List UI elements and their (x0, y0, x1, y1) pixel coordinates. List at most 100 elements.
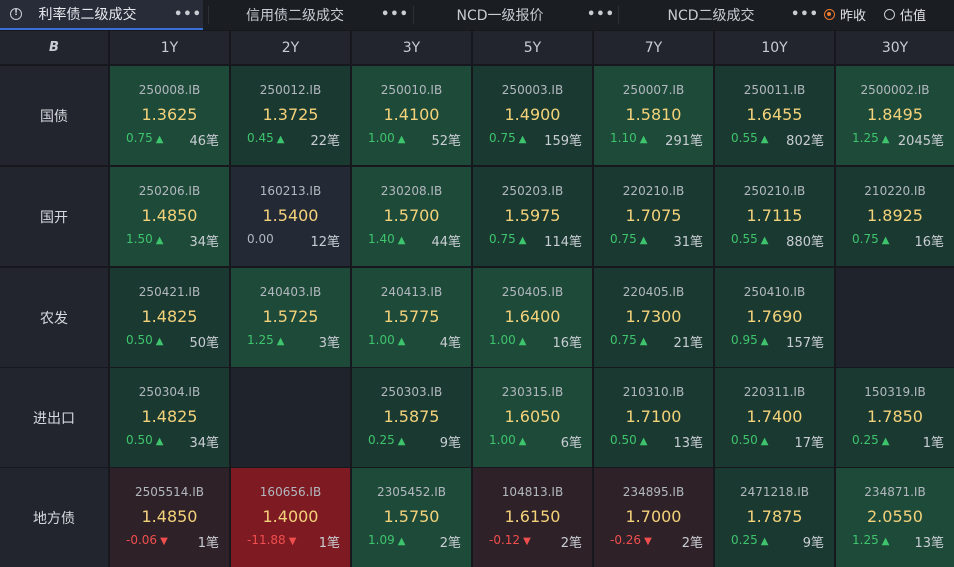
bond-cell[interactable]: 160213.IB 1.5400 0.00 12笔 (231, 167, 350, 266)
column-header[interactable]: 10Y (715, 31, 834, 64)
bond-cell[interactable]: 250007.IB 1.5810 1.10 ▲ 291笔 (594, 66, 713, 165)
trade-count: 1笔 (922, 436, 944, 451)
radio-prev-close-dot[interactable] (824, 9, 835, 20)
column-header[interactable]: 7Y (594, 31, 713, 64)
bond-cell[interactable]: 250003.IB 1.4900 0.75 ▲ 159笔 (473, 66, 592, 165)
info-icon[interactable]: ! (10, 8, 22, 20)
bond-cell[interactable]: 234895.IB 1.7000 -0.26 ▼ 2笔 (594, 468, 713, 567)
radio-prev-close-label: 昨收 (840, 9, 867, 24)
bond-cell[interactable]: 104813.IB 1.6150 -0.12 ▼ 2笔 (473, 468, 592, 567)
bp-change-value: 0.50 (731, 433, 758, 447)
more-options-icon[interactable]: ••• (174, 8, 201, 22)
bond-cell[interactable]: 250405.IB 1.6400 1.00 ▲ 16笔 (473, 268, 592, 367)
trade-count: 291笔 (665, 134, 703, 149)
more-options-icon[interactable]: ••• (587, 8, 614, 22)
tab-ncd-primary-quote[interactable]: NCD一级报价 ••• (414, 0, 616, 30)
yield-price: 1.7300 (625, 307, 682, 326)
trade-count: 802笔 (786, 134, 824, 149)
bp-change-value: 1.09 (368, 533, 395, 547)
bp-change: 1.10 ▲ (610, 131, 647, 145)
bond-code: 250203.IB (501, 184, 564, 198)
bond-cell[interactable]: 250203.IB 1.5975 0.75 ▲ 114笔 (473, 167, 592, 266)
trade-count: 17笔 (794, 436, 824, 451)
bond-cell[interactable]: 250421.IB 1.4825 0.50 ▲ 50笔 (110, 268, 229, 367)
bp-change-value: 0.25 (731, 533, 758, 547)
arrow-up-icon: ▲ (518, 134, 527, 145)
bp-change-value: 0.75 (126, 131, 153, 145)
row-header: 国债 (0, 66, 108, 165)
more-options-icon[interactable]: ••• (791, 8, 818, 22)
bp-change-value: 1.25 (852, 533, 879, 547)
bond-cell[interactable]: 230315.IB 1.6050 1.00 ▲ 6笔 (473, 368, 592, 467)
arrow-up-icon: ▲ (155, 235, 164, 246)
arrow-up-icon: ▲ (639, 134, 648, 145)
bond-code: 220311.IB (743, 385, 806, 399)
bond-cell[interactable]: 210220.IB 1.8925 0.75 ▲ 16笔 (836, 167, 954, 266)
yield-price: 1.4850 (141, 507, 198, 526)
bp-change-value: 1.40 (368, 232, 395, 246)
column-header[interactable]: 2Y (231, 31, 350, 64)
bond-cell[interactable]: 250210.IB 1.7115 0.55 ▲ 880笔 (715, 167, 834, 266)
tab-rate-bond-secondary[interactable]: ! 利率债二级成交 ••• (0, 0, 203, 30)
column-header[interactable]: 3Y (352, 31, 471, 64)
bp-change-value: -0.06 (126, 533, 158, 547)
arrow-up-icon: ▲ (639, 336, 648, 347)
bond-cell[interactable]: 240403.IB 1.5725 1.25 ▲ 3笔 (231, 268, 350, 367)
bond-cell[interactable]: 2471218.IB 1.7875 0.25 ▲ 9笔 (715, 468, 834, 567)
tab-credit-bond-secondary[interactable]: 信用债二级成交 ••• (209, 0, 411, 30)
bond-code: 160213.IB (259, 184, 322, 198)
bp-change-value: 0.95 (731, 333, 758, 347)
radio-valuation[interactable]: 估值 (884, 5, 926, 24)
bp-change: 1.00 ▲ (368, 333, 405, 347)
row-header: 国开 (0, 167, 108, 266)
yield-price: 1.5810 (625, 105, 682, 124)
bond-cell[interactable]: 2505514.IB 1.4850 -0.06 ▼ 1笔 (110, 468, 229, 567)
yield-price: 1.4825 (141, 307, 198, 326)
yield-price: 1.5975 (504, 206, 561, 225)
bond-cell[interactable]: 250008.IB 1.3625 0.75 ▲ 46笔 (110, 66, 229, 165)
bond-cell[interactable]: 230208.IB 1.5700 1.40 ▲ 44笔 (352, 167, 471, 266)
bp-change-value: 0.25 (852, 433, 879, 447)
radio-prev-close[interactable]: 昨收 (824, 5, 866, 24)
bond-cell[interactable]: 234871.IB 2.0550 1.25 ▲ 13笔 (836, 468, 954, 567)
bond-cell[interactable]: 2500002.IB 1.8495 1.25 ▲ 2045笔 (836, 66, 954, 165)
bond-cell[interactable]: 250410.IB 1.7690 0.95 ▲ 157笔 (715, 268, 834, 367)
bond-code: 150319.IB (864, 385, 926, 399)
bp-change: 1.40 ▲ (368, 232, 405, 246)
bp-change-value: 0.75 (852, 232, 879, 246)
column-header[interactable]: 5Y (473, 31, 592, 64)
arrow-down-icon: ▼ (288, 536, 297, 547)
bond-cell[interactable]: 220210.IB 1.7075 0.75 ▲ 31笔 (594, 167, 713, 266)
yield-price: 1.7100 (625, 407, 682, 426)
bond-code: 250012.IB (259, 83, 322, 97)
bp-change-value: 0.55 (731, 232, 758, 246)
arrow-down-icon: ▼ (160, 536, 168, 547)
bond-cell[interactable]: 250012.IB 1.3725 0.45 ▲ 22笔 (231, 66, 350, 165)
column-header[interactable]: 1Y (110, 31, 229, 64)
column-header[interactable]: 30Y (836, 31, 954, 64)
bp-change-value: 1.00 (489, 433, 516, 447)
bond-cell[interactable]: 250304.IB 1.4825 0.50 ▲ 34笔 (110, 368, 229, 467)
bond-cell[interactable]: 250206.IB 1.4850 1.50 ▲ 34笔 (110, 167, 229, 266)
trade-count: 6笔 (560, 436, 582, 451)
bond-cell[interactable]: 220311.IB 1.7400 0.50 ▲ 17笔 (715, 368, 834, 467)
bond-code: 250011.IB (743, 83, 806, 97)
bond-cell[interactable]: 2305452.IB 1.5750 1.09 ▲ 2笔 (352, 468, 471, 567)
bond-cell[interactable]: 160656.IB 1.4000 -11.88 ▼ 1笔 (231, 468, 350, 567)
tab-ncd-secondary[interactable]: NCD二级成交 ••• (619, 0, 819, 30)
radio-valuation-dot[interactable] (884, 9, 895, 20)
bond-cell[interactable]: 150319.IB 1.7850 0.25 ▲ 1笔 (836, 368, 954, 467)
bp-change: 0.55 ▲ (731, 131, 768, 145)
bond-cell[interactable]: 250011.IB 1.6455 0.55 ▲ 802笔 (715, 66, 834, 165)
bond-cell[interactable]: 210310.IB 1.7100 0.50 ▲ 13笔 (594, 368, 713, 467)
bond-cell[interactable]: 240413.IB 1.5775 1.00 ▲ 4笔 (352, 268, 471, 367)
bond-cell[interactable]: 250303.IB 1.5875 0.25 ▲ 9笔 (352, 368, 471, 467)
yield-price: 1.5775 (383, 307, 440, 326)
bond-cell[interactable]: 220405.IB 1.7300 0.75 ▲ 21笔 (594, 268, 713, 367)
brand-b-icon[interactable]: B (49, 40, 59, 55)
trade-count: 16笔 (552, 336, 582, 351)
arrow-up-icon: ▲ (155, 436, 164, 447)
more-options-icon[interactable]: ••• (381, 8, 408, 22)
yield-price: 1.7400 (746, 407, 803, 426)
bond-cell[interactable]: 250010.IB 1.4100 1.00 ▲ 52笔 (352, 66, 471, 165)
